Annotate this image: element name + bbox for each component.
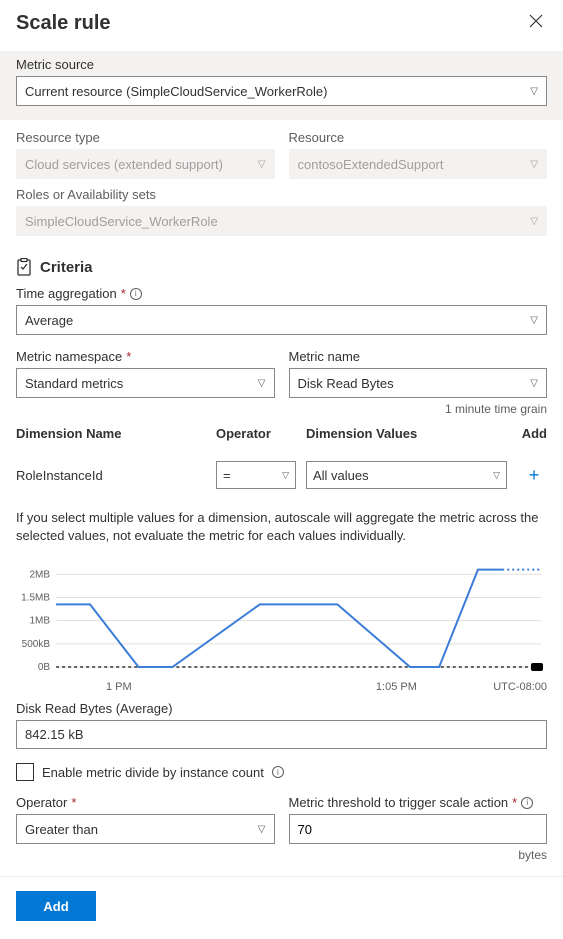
chevron-down-icon: ▽ xyxy=(530,86,538,97)
roles-select: SimpleCloudService_WorkerRole ▽ xyxy=(16,206,547,236)
resource-type-label: Resource type xyxy=(16,130,275,145)
chart-metric-name: Disk Read Bytes (Average) xyxy=(16,699,547,720)
dim-header-add: Add xyxy=(507,426,547,441)
metric-name-value: Disk Read Bytes xyxy=(298,376,394,391)
metric-namespace-select[interactable]: Standard metrics ▽ xyxy=(16,368,275,398)
dimension-help-text: If you select multiple values for a dime… xyxy=(0,503,563,559)
operator-value: Greater than xyxy=(25,822,98,837)
dimension-operator-value: = xyxy=(223,468,231,483)
plus-icon: + xyxy=(529,465,540,486)
enable-divide-label: Enable metric divide by instance count xyxy=(42,765,264,780)
chart-xlabel-right: UTC-08:00 xyxy=(493,681,547,693)
metric-namespace-value: Standard metrics xyxy=(25,376,123,391)
chevron-down-icon: ▽ xyxy=(530,159,538,170)
chevron-down-icon: ▽ xyxy=(282,470,289,481)
chevron-down-icon: ▽ xyxy=(530,315,538,326)
criteria-title: Criteria xyxy=(40,259,93,276)
info-icon[interactable]: i xyxy=(521,797,533,809)
svg-text:1.5MB: 1.5MB xyxy=(21,593,50,604)
chevron-down-icon: ▽ xyxy=(258,159,266,170)
resource-select: contosoExtendedSupport ▽ xyxy=(289,149,548,179)
dim-header-operator: Operator xyxy=(216,426,296,441)
threshold-unit: bytes xyxy=(0,844,563,862)
info-icon[interactable]: i xyxy=(130,288,142,300)
chevron-down-icon: ▽ xyxy=(530,378,538,389)
add-dimension-button[interactable]: + xyxy=(521,462,547,488)
dimension-operator-select[interactable]: = ▽ xyxy=(216,461,296,489)
close-icon xyxy=(529,14,543,28)
resource-type-value: Cloud services (extended support) xyxy=(25,157,223,172)
metric-source-select[interactable]: Current resource (SimpleCloudService_Wor… xyxy=(16,76,547,106)
metric-source-label: Metric source xyxy=(16,57,547,72)
dimension-name: RoleInstanceId xyxy=(16,468,216,483)
roles-value: SimpleCloudService_WorkerRole xyxy=(25,214,218,229)
chevron-down-icon: ▽ xyxy=(258,824,266,835)
operator-select[interactable]: Greater than ▽ xyxy=(16,814,275,844)
required-indicator: * xyxy=(71,795,76,810)
chart-metric-value: 842.15 kB xyxy=(16,720,547,749)
enable-divide-checkbox[interactable] xyxy=(16,763,34,781)
dim-header-values: Dimension Values xyxy=(296,426,507,441)
threshold-value[interactable] xyxy=(298,822,539,837)
svg-text:0B: 0B xyxy=(38,662,51,673)
close-button[interactable] xyxy=(525,10,547,37)
add-button[interactable]: Add xyxy=(16,891,96,921)
info-icon[interactable]: i xyxy=(272,766,284,778)
time-aggregation-label: Time aggregation * i xyxy=(16,286,547,301)
svg-text:500kB: 500kB xyxy=(22,639,51,650)
roles-label: Roles or Availability sets xyxy=(16,187,547,202)
chevron-down-icon: ▽ xyxy=(258,378,266,389)
threshold-input[interactable] xyxy=(289,814,548,844)
dimension-row: RoleInstanceId = ▽ All values ▽ + xyxy=(16,451,547,503)
dimension-values-value: All values xyxy=(313,468,369,483)
resource-label: Resource xyxy=(289,130,548,145)
threshold-label: Metric threshold to trigger scale action… xyxy=(289,795,548,810)
svg-text:1MB: 1MB xyxy=(29,616,50,627)
chart-xlabel-left: 1 PM xyxy=(56,681,300,693)
panel-title: Scale rule xyxy=(16,12,111,35)
metric-name-select[interactable]: Disk Read Bytes ▽ xyxy=(289,368,548,398)
svg-text:2MB: 2MB xyxy=(29,570,50,581)
criteria-icon xyxy=(16,258,32,276)
chart-xlabel-mid: 1:05 PM xyxy=(300,681,494,693)
metric-namespace-label: Metric namespace * xyxy=(16,349,275,364)
chevron-down-icon: ▽ xyxy=(530,216,538,227)
metric-name-label: Metric name xyxy=(289,349,548,364)
chevron-down-icon: ▽ xyxy=(493,470,500,481)
time-aggregation-value: Average xyxy=(25,313,73,328)
resource-value: contosoExtendedSupport xyxy=(298,157,444,172)
operator-label: Operator * xyxy=(16,795,275,810)
metric-source-value: Current resource (SimpleCloudService_Wor… xyxy=(25,84,327,99)
dimension-values-select[interactable]: All values ▽ xyxy=(306,461,507,489)
required-indicator: * xyxy=(512,795,517,810)
required-indicator: * xyxy=(126,349,131,364)
metric-chart: 0B 500kB 1MB 1.5MB 2MB xyxy=(16,559,547,679)
time-aggregation-select[interactable]: Average ▽ xyxy=(16,305,547,335)
required-indicator: * xyxy=(121,286,126,301)
dim-header-name: Dimension Name xyxy=(16,426,216,441)
time-grain-text: 1 minute time grain xyxy=(0,398,563,418)
resource-type-select: Cloud services (extended support) ▽ xyxy=(16,149,275,179)
